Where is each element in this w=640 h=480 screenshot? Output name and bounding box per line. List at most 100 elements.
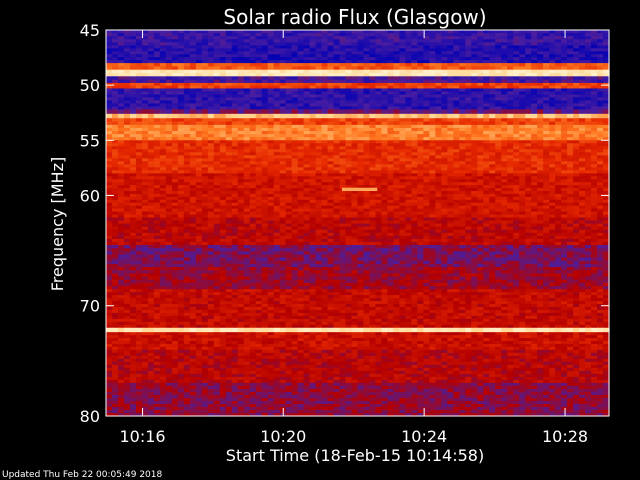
spectrogram-cell [447,109,454,115]
spectrogram-cell [501,109,508,115]
spectrogram-cell [363,109,371,115]
spectrogram-cell [106,113,113,119]
spectrogram-cell [495,113,502,119]
spectrogram-cell [309,113,317,119]
spectrogram-cell [351,113,359,119]
spectrogram-cell [561,113,568,119]
spectrogram-cell [255,113,263,119]
spectrogram-cell [339,113,347,119]
spectrogram-cell [153,109,161,115]
spectrogram-cell [159,109,167,115]
spectrogram-cell [135,113,143,119]
spectrogram-cell [423,113,430,119]
spectrogram-cell [279,109,287,115]
spectrogram-cell [123,109,131,115]
spectrogram-cell [303,113,311,119]
spectrogram-cell [165,113,173,119]
spectrogram-cell [513,109,520,115]
spectrogram-cell [549,109,556,115]
spectrogram-cell [111,113,119,119]
spectrogram-cell [201,109,209,115]
spectrogram-cell [453,113,460,119]
spectrogram-cell [543,109,550,115]
spectrogram-cell [351,109,359,115]
spectrogram-cell [555,109,562,115]
spectrogram-cell [249,109,257,115]
spectrogram-cell [189,109,197,115]
spectrogram-cell [405,109,412,115]
spectrogram-cell [507,113,514,119]
spectrogram-cell [369,109,377,115]
spectrogram-cell [441,109,448,115]
spectrogram-cell [585,109,592,115]
spectrogram-cell [315,109,323,115]
spectrogram-cell [429,113,436,119]
spectrogram-cell [591,113,598,119]
spectrogram-cell [519,109,526,115]
spectrogram-cell [111,109,119,115]
spectrogram-cell [381,109,389,115]
spectrogram-cell [375,113,383,119]
spectrogram-cell [345,109,353,115]
spectrogram-cell [297,109,305,115]
spectrogram-cell [477,109,484,115]
spectrogram-cell [321,113,329,119]
spectrogram-cell [459,109,466,115]
spectrogram-cell [231,109,239,115]
spectrogram-cell [477,113,484,119]
spectrogram-cell [405,113,412,119]
spectrogram-cell [201,113,209,119]
spectrogram-cell [465,113,472,119]
spectrogram-cell [291,109,299,115]
chart-title: Solar radio Flux (Glasgow) [223,5,486,29]
spectrogram-cell [171,109,179,115]
spectrogram-cell [219,109,227,115]
spectrogram-cell [195,113,203,119]
spectrogram-cell [585,113,592,119]
spectrogram-cell [339,109,347,115]
spectrogram-cell [423,109,430,115]
spectrogram-cell [321,109,329,115]
spectrogram-cell [417,109,424,115]
spectrogram-cell [207,109,215,115]
spectrogram-cell [483,113,490,119]
spectrogram-cell [177,109,185,115]
spectrogram-cell [123,113,131,119]
spectrogram-cell [345,113,353,119]
spectrogram-cell [285,113,293,119]
spectrogram-cell [447,113,454,119]
spectrogram-cell [579,109,586,115]
spectrogram-cell [375,109,383,115]
spectrogram-cell [369,113,377,119]
spectrogram-cell [561,109,568,115]
spectrogram-cell [495,109,502,115]
spectrogram-cell [417,113,424,119]
spectrogram-cell [459,113,466,119]
spectrogram-cell [399,109,407,115]
spectrogram-cell [106,109,113,115]
spectrogram-cell [537,113,544,119]
spectrogram-cell [579,113,586,119]
spectrogram-cell [153,113,161,119]
spectrogram-cell [399,113,407,119]
spectrogram-cell [291,113,299,119]
spectrogram-cell [285,109,293,115]
spectrogram-cell [219,113,227,119]
spectrogram-cell [129,113,137,119]
spectrogram-cell [357,109,365,115]
spectrogram-cell [387,113,395,119]
spectrogram-cell [597,113,604,119]
spectrogram-cell [489,113,496,119]
spectrogram-cell [597,109,604,115]
spectrogram-cell [501,113,508,119]
spectrogram-cell [147,113,155,119]
spectrogram-cell [261,113,269,119]
spectrogram-cell [183,113,191,119]
spectrogram-cell [195,109,203,115]
spectrogram-cell [315,113,323,119]
spectrogram-cell [159,113,167,119]
spectrogram-cell [273,113,281,119]
spectrogram-cell [267,109,275,115]
spectrogram-cell [243,109,251,115]
spectrogram-cell [453,109,460,115]
